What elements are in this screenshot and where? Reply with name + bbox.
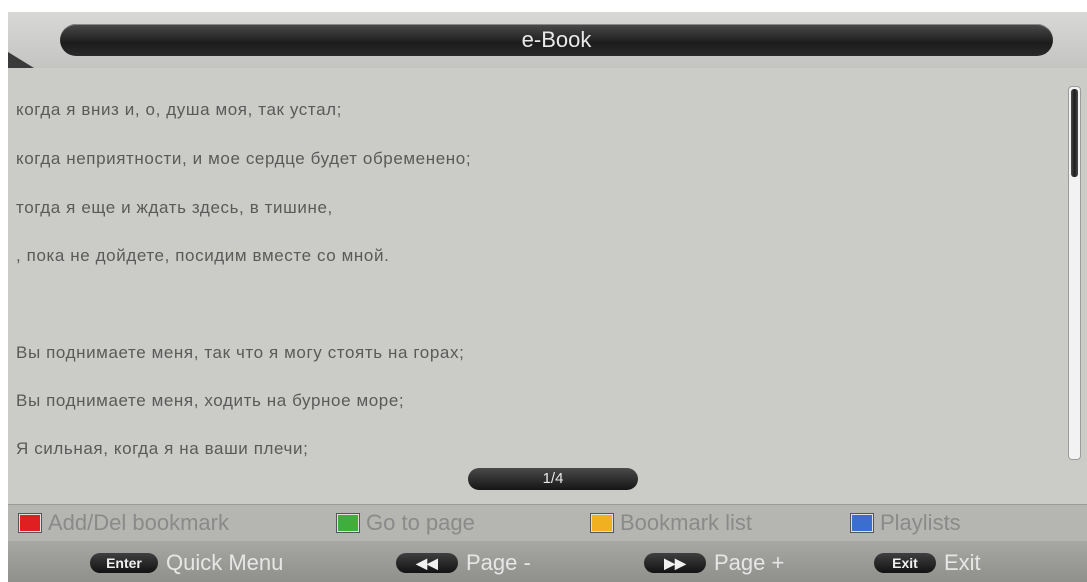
bookmark-list-button[interactable]: Bookmark list xyxy=(590,510,753,535)
title-bar: e-Book xyxy=(8,12,1087,68)
quick-menu-hint[interactable]: Enter Quick Menu xyxy=(90,550,284,575)
playlists-button[interactable]: Playlists xyxy=(850,510,961,535)
text-line: когда я вниз и, о, душа моя, так устал; xyxy=(16,100,342,119)
corner-decoration xyxy=(8,52,34,68)
color-button-bar: Add/Del bookmark Go to page Bookmark lis… xyxy=(8,505,1087,541)
text-line: , пока не дойдете, посидим вместе со мно… xyxy=(16,246,390,265)
text-line: Я сильная, когда я на ваши плечи; xyxy=(16,439,309,458)
playlists-label: Playlists xyxy=(880,510,961,535)
scrollbar[interactable] xyxy=(1068,86,1081,460)
page-next-label: Page + xyxy=(714,550,785,575)
page-indicator: 1/4 xyxy=(468,468,638,490)
ebook-screen: e-Book когда я вниз и, о, душа моя, так … xyxy=(8,12,1087,582)
quick-menu-label: Quick Menu xyxy=(166,550,284,575)
text-line: Вы поднимаете меня, так что я могу стоят… xyxy=(16,343,465,362)
go-to-page-button[interactable]: Go to page xyxy=(336,510,475,535)
yellow-key-icon xyxy=(590,513,614,533)
page-prev-label: Page - xyxy=(466,550,531,575)
page-prev-hint[interactable]: ◀◀ Page - xyxy=(396,550,531,575)
enter-key-icon: Enter xyxy=(90,553,158,573)
red-key-icon xyxy=(18,513,42,533)
bookmark-list-label: Bookmark list xyxy=(620,510,753,535)
green-key-icon xyxy=(336,513,360,533)
text-line: Вы поднимаете меня, ходить на бурное мор… xyxy=(16,391,405,410)
book-content: когда я вниз и, о, душа моя, так устал; … xyxy=(8,68,1087,505)
app-title: e-Book xyxy=(60,24,1053,56)
page-next-hint[interactable]: ▶▶ Page + xyxy=(644,550,785,575)
rewind-icon: ◀◀ xyxy=(396,553,458,573)
fast-forward-icon: ▶▶ xyxy=(644,553,706,573)
blue-key-icon xyxy=(850,513,874,533)
add-del-bookmark-button[interactable]: Add/Del bookmark xyxy=(18,510,229,535)
scrollbar-thumb[interactable] xyxy=(1071,89,1078,177)
go-to-page-label: Go to page xyxy=(366,510,475,535)
add-del-bookmark-label: Add/Del bookmark xyxy=(48,510,229,535)
text-line: тогда я еще и ждать здесь, в тишине, xyxy=(16,198,333,217)
exit-key-icon: Exit xyxy=(874,553,936,573)
text-line: когда неприятности, и мое сердце будет о… xyxy=(16,149,472,168)
exit-hint[interactable]: Exit Exit xyxy=(874,550,981,575)
exit-label: Exit xyxy=(944,550,981,575)
key-hint-bar: Enter Quick Menu ◀◀ Page - ▶▶ Page + Exi… xyxy=(8,541,1087,582)
